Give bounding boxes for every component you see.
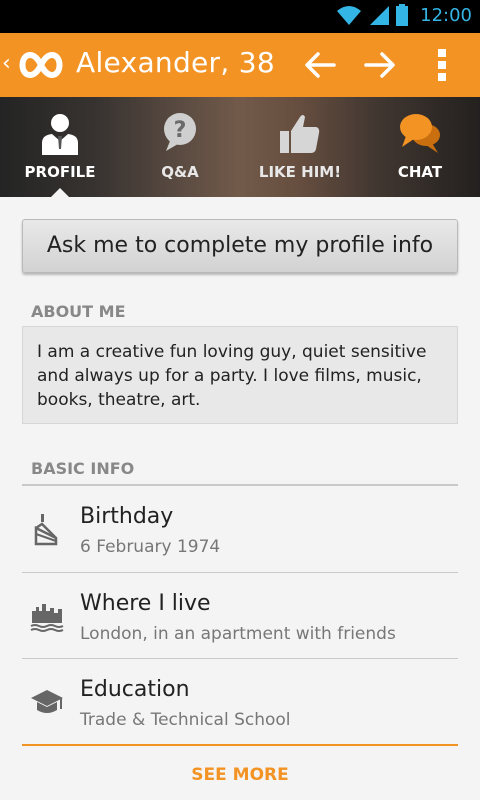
tab-chat[interactable]: CHAT: [360, 97, 480, 197]
profile-icon: [42, 114, 78, 155]
info-row-where-i-live[interactable]: Where I live London, in an apartment wit…: [22, 573, 458, 659]
status-bar: 12:00: [0, 0, 480, 33]
info-value: London, in an apartment with friends: [80, 624, 396, 644]
action-bar: ‹ Alexander, 38: [0, 33, 480, 97]
tab-profile[interactable]: PROFILE: [0, 97, 120, 197]
arrow-right-icon[interactable]: [362, 47, 398, 83]
overflow-menu-icon[interactable]: [432, 45, 452, 85]
selected-tab-indicator: [50, 188, 70, 197]
app-logo-icon[interactable]: [18, 47, 64, 83]
chat-bubbles-icon: [400, 114, 440, 153]
see-more-divider: [22, 744, 458, 746]
info-title: Where I live: [80, 591, 211, 616]
battery-icon: [396, 4, 409, 26]
info-row-education[interactable]: Education Trade & Technical School: [22, 659, 458, 745]
cake-icon: [34, 514, 58, 546]
tab-qa[interactable]: ? Q&A: [120, 97, 240, 197]
info-value: Trade & Technical School: [80, 710, 291, 730]
info-value: 6 February 1974: [80, 537, 221, 557]
graduation-cap-icon: [31, 690, 63, 713]
back-chevron-icon[interactable]: ‹: [2, 51, 11, 76]
question-icon: ?: [164, 113, 196, 151]
tab-like[interactable]: LIKE HIM!: [240, 97, 360, 197]
svg-text:?: ?: [174, 118, 187, 143]
profile-tabs: PROFILE ? Q&A LIKE HIM! CHAT: [0, 97, 480, 197]
ask-complete-profile-button[interactable]: Ask me to complete my profile info: [22, 219, 458, 273]
basic-info-heading: BASIC INFO: [31, 459, 135, 478]
see-more-button[interactable]: SEE MORE: [0, 765, 480, 785]
arrow-left-icon[interactable]: [302, 47, 338, 83]
info-row-birthday[interactable]: Birthday 6 February 1974: [22, 486, 458, 572]
signal-icon: [370, 6, 390, 25]
about-me-text: I am a creative fun loving guy, quiet se…: [22, 326, 458, 424]
tab-label: Q&A: [161, 163, 199, 181]
info-title: Education: [80, 677, 190, 702]
about-me-heading: ABOUT ME: [31, 302, 126, 321]
thumbs-up-icon: [280, 115, 320, 153]
wifi-icon: [337, 6, 362, 25]
tab-label: CHAT: [397, 163, 443, 181]
status-icons: 12:00: [336, 4, 472, 26]
clock-time: 12:00: [420, 4, 472, 26]
profile-title: Alexander, 38: [76, 46, 275, 79]
tab-label: PROFILE: [24, 163, 96, 181]
city-icon: [30, 604, 64, 632]
info-title: Birthday: [80, 504, 174, 529]
tab-label: LIKE HIM!: [258, 163, 342, 181]
